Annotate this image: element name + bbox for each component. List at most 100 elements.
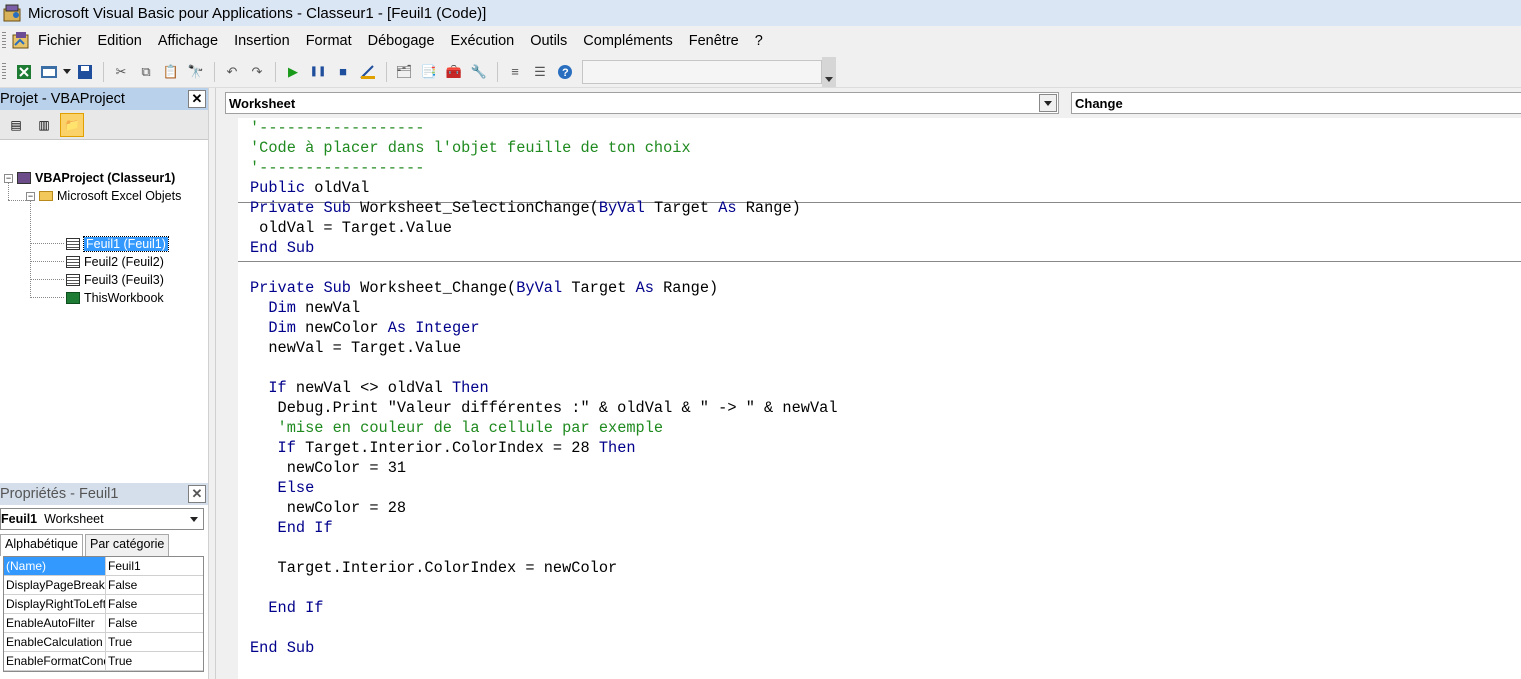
indent-icon[interactable]: ≡ <box>503 61 527 83</box>
property-value[interactable]: False <box>106 595 137 613</box>
code-line[interactable]: End If <box>250 598 323 618</box>
chevron-down-icon[interactable] <box>1039 94 1057 112</box>
break-icon[interactable]: ❚❚ <box>306 61 330 83</box>
property-row[interactable]: DisplayRightToLeft False <box>4 595 203 614</box>
find-icon[interactable]: 🔭 <box>184 61 208 83</box>
object-combo[interactable]: Worksheet <box>225 92 1059 114</box>
code-line[interactable]: Public oldVal <box>250 178 369 198</box>
properties-pane: Propriétés - Feuil1 ✕ Feuil1 Worksheet A… <box>0 483 208 679</box>
tab-alphabetique[interactable]: Alphabétique <box>0 534 83 556</box>
code-line[interactable]: Dim newVal <box>250 298 360 318</box>
tree-item-label: Feuil3 (Feuil3) <box>84 273 164 287</box>
properties-window-icon[interactable]: 📑 <box>417 61 441 83</box>
menu-debogage[interactable]: Débogage <box>368 33 435 49</box>
code-line[interactable]: If Target.Interior.ColorIndex = 28 Then <box>250 438 636 458</box>
menu-help[interactable]: ? <box>755 33 763 49</box>
property-row[interactable]: EnableFormatConditionsCalculation True <box>4 652 203 671</box>
code-line[interactable]: newColor = 28 <box>250 498 406 518</box>
view-code-icon[interactable]: ▤ <box>4 113 28 137</box>
view-object-icon[interactable]: ▥ <box>32 113 56 137</box>
code-line[interactable]: '------------------ <box>250 118 424 138</box>
code-line[interactable]: Dim newColor As Integer <box>250 318 479 338</box>
object-browser-icon[interactable]: 🧰 <box>442 61 466 83</box>
code-line[interactable]: 'Code à placer dans l'objet feuille de t… <box>250 138 691 158</box>
menu-affichage[interactable]: Affichage <box>158 33 218 49</box>
menu-execution[interactable]: Exécution <box>451 33 515 49</box>
tree-item-label: ThisWorkbook <box>84 291 164 305</box>
project-explorer-icon[interactable]: 🗂 <box>392 61 416 83</box>
property-value[interactable]: False <box>106 576 137 594</box>
chevron-down-icon[interactable] <box>185 510 203 528</box>
property-row[interactable]: DisplayPageBreaks False <box>4 576 203 595</box>
tab-par-categorie[interactable]: Par catégorie <box>84 534 170 556</box>
code-line[interactable]: '------------------ <box>250 158 424 178</box>
menu-format[interactable]: Format <box>306 33 352 49</box>
property-row[interactable]: EnableAutoFilter False <box>4 614 203 633</box>
menu-edition[interactable]: Edition <box>98 33 142 49</box>
property-row[interactable]: EnableCalculation True <box>4 633 203 652</box>
paste-icon[interactable]: 📋 <box>159 61 183 83</box>
code-line[interactable]: newVal = Target.Value <box>250 338 461 358</box>
toolbar-separator <box>497 61 498 82</box>
worksheet-icon <box>66 238 80 250</box>
menu-fenetre[interactable]: Fenêtre <box>689 33 739 49</box>
object-selector[interactable]: Feuil1 Worksheet <box>0 508 204 530</box>
toolbar-grip[interactable] <box>2 62 6 81</box>
help-icon[interactable]: ? <box>553 61 577 83</box>
collapse-icon[interactable]: − <box>26 191 35 201</box>
save-icon[interactable] <box>73 61 97 83</box>
procedure-combo[interactable]: Change <box>1071 92 1521 114</box>
close-icon[interactable]: ✕ <box>188 90 206 108</box>
redo-icon[interactable]: ↷ <box>245 61 269 83</box>
code-line[interactable]: If newVal <> oldVal Then <box>250 378 488 398</box>
code-line[interactable]: Debug.Print "Valeur différentes :" & old… <box>250 398 838 418</box>
run-icon[interactable]: ▶ <box>281 61 305 83</box>
toolbox-icon[interactable]: 🔧 <box>467 61 491 83</box>
menu-complements[interactable]: Compléments <box>583 33 672 49</box>
close-icon[interactable]: ✕ <box>188 485 206 503</box>
excel-view-icon[interactable] <box>10 31 32 51</box>
property-row[interactable]: (Name) Feuil1 <box>4 557 203 576</box>
collapse-icon[interactable]: − <box>4 173 13 183</box>
property-name: DisplayRightToLeft <box>6 595 106 613</box>
code-editor[interactable]: '------------------ 'Code à placer dans l… <box>216 118 1521 679</box>
property-value[interactable]: True <box>106 652 132 670</box>
code-line[interactable]: Private Sub Worksheet_SelectionChange(By… <box>250 198 801 218</box>
code-line[interactable]: Else <box>250 478 315 498</box>
property-value[interactable]: True <box>106 633 132 651</box>
code-line[interactable]: 'mise en couleur de la cellule par exemp… <box>250 418 664 438</box>
view-excel-icon[interactable] <box>12 61 36 83</box>
toolbar-options-button[interactable] <box>822 56 836 87</box>
code-line[interactable]: oldVal = Target.Value <box>250 218 452 238</box>
menubar-grip[interactable] <box>2 32 6 50</box>
tree-item-feuil2[interactable]: Feuil2 (Feuil2) <box>66 253 164 271</box>
menu-fichier[interactable]: Fichier <box>38 33 82 49</box>
code-line[interactable]: newColor = 31 <box>250 458 406 478</box>
tree-item-feuil1[interactable]: Feuil1 (Feuil1) <box>66 235 169 253</box>
code-line[interactable]: Target.Interior.ColorIndex = newColor <box>250 558 618 578</box>
menu-outils[interactable]: Outils <box>530 33 567 49</box>
tree-root[interactable]: − VBAProject (Classeur1) <box>4 169 175 187</box>
tree-folder[interactable]: − Microsoft Excel Objets <box>26 187 181 205</box>
property-value[interactable]: Feuil1 <box>106 557 141 575</box>
code-line[interactable]: End Sub <box>250 238 314 258</box>
code-line[interactable]: End Sub <box>250 638 314 658</box>
property-value[interactable]: False <box>106 614 137 632</box>
tree-item-feuil3[interactable]: Feuil3 (Feuil3) <box>66 271 164 289</box>
outdent-icon[interactable]: ☰ <box>528 61 552 83</box>
copy-icon[interactable]: ⧉ <box>134 61 158 83</box>
code-line[interactable]: Private Sub Worksheet_Change(ByVal Targe… <box>250 278 718 298</box>
cut-icon[interactable]: ✂ <box>109 61 133 83</box>
menu-insertion[interactable]: Insertion <box>234 33 290 49</box>
undo-icon[interactable]: ↶ <box>220 61 244 83</box>
insert-dropdown-icon[interactable] <box>62 61 72 83</box>
pane-splitter[interactable] <box>208 88 216 679</box>
object-combo-value: Worksheet <box>229 95 296 111</box>
code-line[interactable]: End If <box>250 518 333 538</box>
design-mode-icon[interactable] <box>356 61 380 83</box>
toggle-folders-icon[interactable]: 📁 <box>60 112 84 137</box>
reset-icon[interactable]: ■ <box>331 61 355 83</box>
property-name: EnableCalculation <box>4 633 106 651</box>
insert-userform-icon[interactable] <box>37 61 61 83</box>
tree-item-thisworkbook[interactable]: ThisWorkbook <box>66 289 164 307</box>
